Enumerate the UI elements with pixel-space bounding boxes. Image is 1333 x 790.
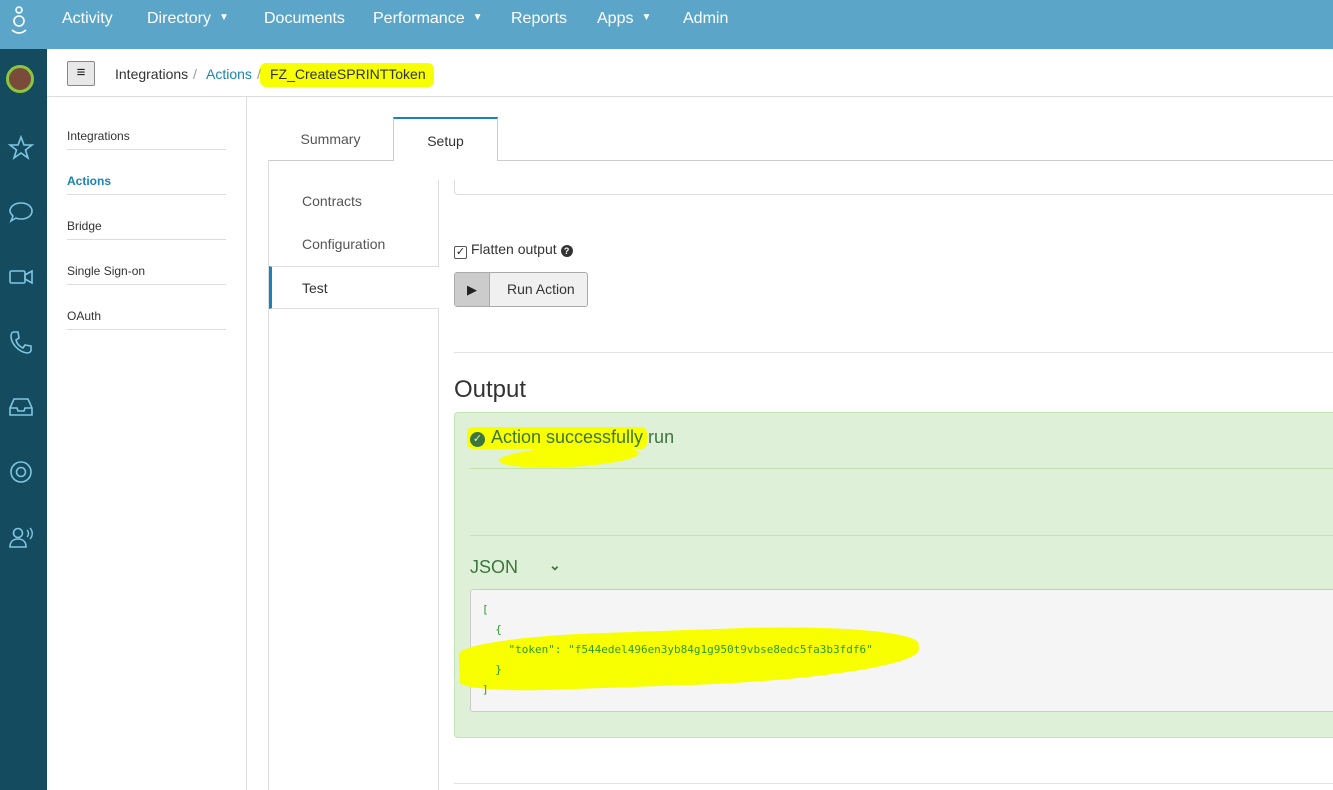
nav-directory[interactable]: Directory ▼ <box>147 0 229 40</box>
left-rail <box>0 49 47 790</box>
subnav-test[interactable]: Test <box>269 266 439 309</box>
json-line: } <box>482 663 502 676</box>
json-line: "token": "f544edel496en3yb84g1g950t9vbse… <box>482 643 873 656</box>
star-icon[interactable] <box>6 133 36 163</box>
tab-setup[interactable]: Setup <box>393 117 498 161</box>
run-action-button[interactable]: ▶ Run Action <box>454 272 588 307</box>
success-text: Action successfully run <box>491 427 675 447</box>
output-heading: Output <box>454 376 527 403</box>
nav-directory-label: Directory <box>147 10 212 28</box>
breadcrumb-separator: / <box>257 66 261 82</box>
divider <box>454 783 1333 784</box>
breadcrumb-integrations[interactable]: Integrations <box>115 66 188 82</box>
help-icon[interactable]: ? <box>560 245 573 257</box>
sidebar-item-integrations[interactable]: Integrations <box>67 105 226 150</box>
caret-down-icon: ▼ <box>641 12 652 23</box>
sidebar-item-label: Actions <box>67 174 112 188</box>
nav-performance-label: Performance <box>373 10 465 28</box>
top-nav-bar: Activity Directory ▼ Documents Performanc… <box>0 0 1333 49</box>
chat-icon[interactable] <box>6 197 36 227</box>
voice-user-icon[interactable] <box>6 522 36 552</box>
content-area: Summary Setup Contracts Configuration Te… <box>248 97 1333 790</box>
subnav-contracts[interactable]: Contracts <box>269 180 439 223</box>
flatten-output-label: Flatten output <box>471 241 557 257</box>
sidebar-item-label: Bridge <box>67 219 102 233</box>
avatar[interactable] <box>6 65 34 93</box>
nav-activity[interactable]: Activity <box>62 0 113 40</box>
flatten-output-option[interactable]: ✓ Flatten output? <box>454 241 573 259</box>
nav-reports-label: Reports <box>511 10 568 27</box>
tab-summary[interactable]: Summary <box>268 117 393 161</box>
subnav-configuration[interactable]: Configuration <box>269 223 439 266</box>
sidebar-item-label: Integrations <box>67 129 130 143</box>
json-line: { <box>482 623 502 636</box>
json-output-box[interactable]: [ { "token": "f544edel496en3yb84g1g950t9… <box>458 589 1333 712</box>
nav-documents-label: Documents <box>264 10 345 27</box>
breadcrumb-actions[interactable]: Actions <box>206 66 252 82</box>
play-icon: ▶ <box>455 273 490 306</box>
nav-admin-label: Admin <box>683 10 729 27</box>
sidebar-item-label: OAuth <box>67 309 102 323</box>
inbox-icon[interactable] <box>6 392 36 422</box>
run-action-label: Run Action <box>507 281 575 297</box>
breadcrumb-bar: ≡ Integrations / Actions / FZ_CreateSPRI… <box>47 49 1333 97</box>
sidebar-item-oauth[interactable]: OAuth <box>67 285 226 330</box>
sidebar-item-actions[interactable]: Actions <box>67 150 226 195</box>
highlight-marker <box>458 621 920 694</box>
check-circle-icon: ✓ <box>470 432 485 447</box>
nav-activity-label: Activity <box>62 10 113 27</box>
nav-apps[interactable]: Apps ▼ <box>597 0 651 40</box>
divider <box>470 535 1333 536</box>
breadcrumb-separator: / <box>193 66 197 82</box>
setup-panel: Contracts Configuration Test ✓ Flatten ou… <box>268 160 1333 790</box>
hamburger-menu-button[interactable]: ≡ <box>67 61 95 86</box>
phone-icon[interactable] <box>6 327 36 357</box>
nav-admin[interactable]: Admin <box>683 0 728 40</box>
flatten-output-checkbox[interactable]: ✓ <box>454 246 467 259</box>
nav-apps-label: Apps <box>597 10 634 28</box>
json-line: ] <box>482 683 489 696</box>
breadcrumb-current: FZ_CreateSPRINTToken <box>270 66 426 82</box>
caret-down-icon: ▼ <box>219 12 229 23</box>
video-icon[interactable] <box>6 262 36 292</box>
nav-documents[interactable]: Documents <box>264 0 345 40</box>
success-message: ✓ Action successfully run <box>470 427 674 448</box>
json-line: [ <box>482 603 489 616</box>
nav-performance[interactable]: Performance ▼ <box>373 0 483 40</box>
success-panel: ✓ Action successfully run JSON ⌄ [ { "tok… <box>454 412 1333 738</box>
divider <box>470 468 1333 469</box>
admin-sidebar: Integrations Actions Bridge Single Sign-… <box>47 97 247 790</box>
sidebar-item-single-sign-on[interactable]: Single Sign-on <box>67 240 226 285</box>
caret-down-icon: ▼ <box>472 12 483 23</box>
setup-subnav: Contracts Configuration Test <box>269 180 439 790</box>
sidebar-item-bridge[interactable]: Bridge <box>67 195 226 240</box>
sidebar-item-label: Single Sign-on <box>67 264 146 278</box>
lifebuoy-icon[interactable] <box>6 457 36 487</box>
test-pane: ✓ Flatten output? ▶ Run Action Output ✓ Ac… <box>454 180 1333 790</box>
divider <box>454 352 1333 353</box>
nav-reports[interactable]: Reports <box>511 0 567 40</box>
json-section-label[interactable]: JSON <box>470 557 518 578</box>
chevron-down-icon[interactable]: ⌄ <box>549 557 561 574</box>
genesys-logo-icon[interactable] <box>0 0 47 49</box>
input-box-bottom <box>454 180 1333 195</box>
hamburger-icon: ≡ <box>76 64 86 81</box>
